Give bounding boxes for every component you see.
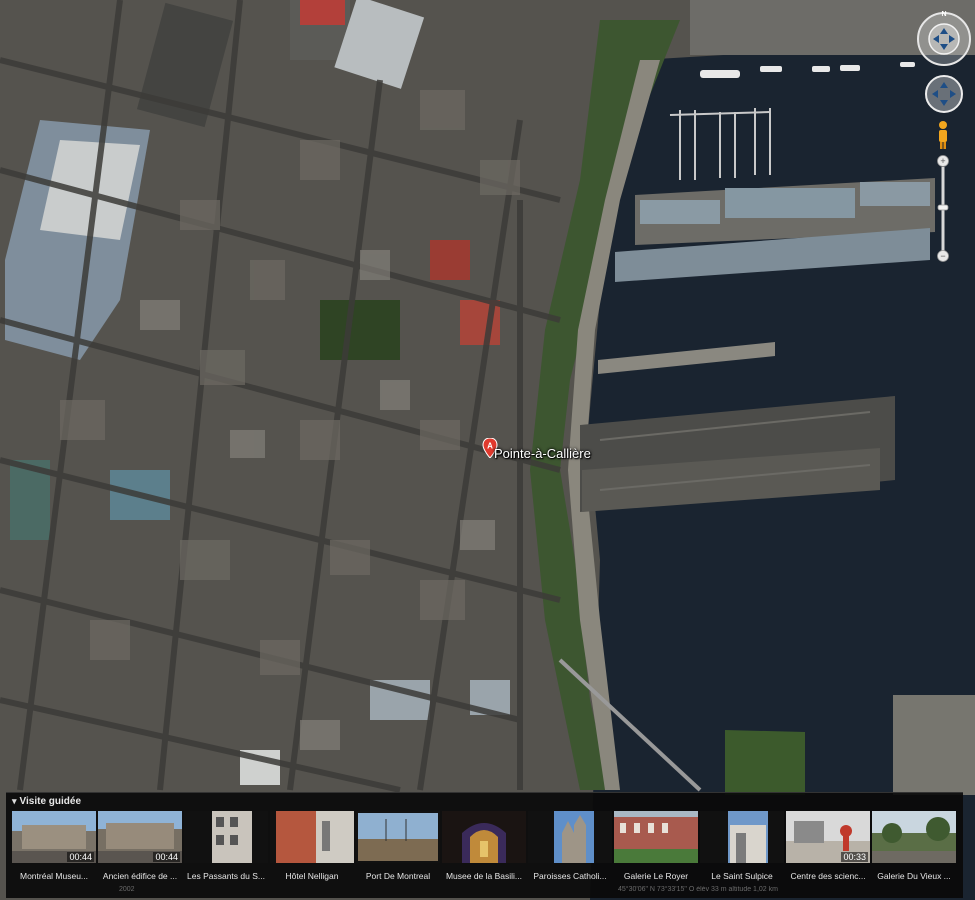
tour-thumbnail: [270, 811, 354, 863]
zoom-thumb: [937, 204, 949, 211]
tour-duration: 00:33: [841, 852, 868, 862]
svg-text:−: −: [940, 251, 945, 261]
tour-item[interactable]: 00:44 Ancien édifice de ...: [98, 811, 182, 893]
place-label: Pointe-à-Callière: [494, 446, 591, 461]
tour-item[interactable]: Galerie Le Royer: [614, 811, 698, 893]
tour-item[interactable]: Port De Montreal: [356, 811, 440, 893]
imagery-year: 2002: [119, 886, 135, 893]
status-coordinates: 45°30'06" N 73°33'15" O élév 33 m altitu…: [618, 886, 778, 893]
tour-thumbnail: [700, 811, 784, 863]
tour-item-label: Montréal Museu...: [19, 871, 89, 881]
tour-item[interactable]: Le Saint Sulpice: [700, 811, 784, 893]
pegman-icon[interactable]: [935, 120, 951, 150]
tour-item-label: Les Passants du S...: [187, 871, 265, 881]
collapse-caret-icon[interactable]: ▾: [12, 796, 17, 806]
tour-item[interactable]: Les Passants du S...: [184, 811, 268, 893]
tour-item[interactable]: 00:33 Centre des scienc...: [786, 811, 870, 893]
tour-thumbnail: [184, 811, 268, 863]
tour-item-label: Musee de la Basili...: [445, 871, 523, 881]
tour-item-label: Hôtel Nelligan: [285, 871, 339, 881]
guided-tour-panel: ▾ Visite guidée 00:44 Montréal Museu... 0…: [6, 792, 963, 898]
tour-item-label: Galerie Le Royer: [623, 871, 689, 881]
tour-item-label: Ancien édifice de ...: [102, 871, 178, 881]
tour-thumbnail: 00:44: [98, 811, 182, 863]
tour-item-label: Port De Montreal: [365, 871, 431, 881]
compass-north-letter: N: [941, 11, 946, 18]
tour-item[interactable]: Paroisses Catholi...: [528, 811, 612, 893]
tour-item[interactable]: Musee de la Basili...: [442, 811, 526, 893]
marker-letter: A: [487, 442, 493, 451]
svg-text:+: +: [940, 156, 945, 166]
tour-thumbnail: 00:44: [12, 811, 96, 863]
tour-duration: 00:44: [67, 852, 94, 862]
tour-item-label: Centre des scienc...: [790, 871, 866, 881]
tour-thumbnail: 00:33: [786, 811, 870, 863]
zoom-slider[interactable]: + −: [937, 155, 949, 263]
tour-thumbnail: [614, 811, 698, 863]
tour-title[interactable]: ▾ Visite guidée: [12, 796, 81, 807]
tour-thumbnail: [356, 811, 440, 863]
tour-item-label: Paroisses Catholi...: [533, 871, 607, 881]
tour-item[interactable]: Hôtel Nelligan: [270, 811, 354, 893]
tour-duration: 00:44: [153, 852, 180, 862]
tour-thumbnail: [528, 811, 612, 863]
tour-thumbnail: [872, 811, 956, 863]
satellite-map[interactable]: A Pointe-à-Callière N + −: [0, 0, 975, 900]
tour-item[interactable]: 00:44 Montréal Museu...: [12, 811, 96, 893]
tour-thumbnails: 00:44 Montréal Museu... 00:44 Ancien édi…: [12, 811, 960, 893]
move-control[interactable]: [924, 74, 964, 114]
compass-look-control[interactable]: N: [915, 8, 973, 66]
tour-item[interactable]: Galerie Du Vieux ...: [872, 811, 956, 893]
tour-thumbnail: [442, 811, 526, 863]
tour-item-label: Galerie Du Vieux ...: [877, 871, 951, 881]
tour-item-label: Le Saint Sulpice: [711, 871, 773, 881]
